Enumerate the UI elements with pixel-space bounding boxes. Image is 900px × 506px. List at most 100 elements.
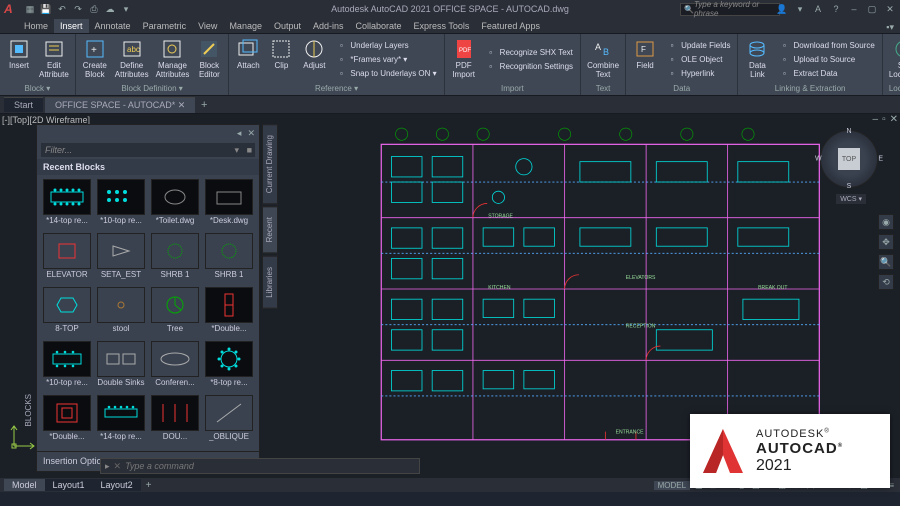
signin-icon[interactable]: 👤 bbox=[776, 3, 788, 15]
ribbon-group-caption[interactable]: Text bbox=[584, 83, 622, 93]
hyperlink-button[interactable]: ▫Hyperlink bbox=[664, 67, 732, 81]
search-input[interactable]: 🔍 Type a keyword or phrase bbox=[680, 3, 780, 16]
create-block-button[interactable]: +CreateBlock bbox=[79, 36, 111, 83]
attach-button[interactable]: Attach bbox=[232, 36, 264, 83]
palette-close-icon[interactable]: ✕ bbox=[247, 128, 255, 139]
block-item[interactable]: *Toilet.dwg bbox=[149, 179, 201, 231]
view-cube-south[interactable]: S bbox=[847, 183, 852, 190]
command-line[interactable]: ▸ ✕ Type a command bbox=[100, 458, 420, 474]
block-item[interactable]: *14-top re... bbox=[41, 179, 93, 231]
view-cube-north[interactable]: N bbox=[846, 128, 851, 135]
ribbon-tab-parametric[interactable]: Parametric bbox=[137, 19, 193, 33]
snap-to-underlays-on--button[interactable]: ▫Snap to Underlays ON ▾ bbox=[333, 67, 438, 81]
update-fields-button[interactable]: ▫Update Fields bbox=[664, 39, 732, 53]
ribbon-tab-output[interactable]: Output bbox=[268, 19, 307, 33]
palette-tab-recent[interactable]: Recent bbox=[262, 206, 278, 253]
wcs-dropdown[interactable]: WCS ▾ bbox=[836, 194, 866, 204]
ribbon-group-caption[interactable]: Import bbox=[448, 83, 577, 93]
block-item[interactable]: SETA_EST bbox=[95, 233, 147, 285]
adjust-button[interactable]: Adjust bbox=[298, 36, 330, 83]
ucs-icon[interactable] bbox=[10, 420, 40, 450]
layout-tab-layout2[interactable]: Layout2 bbox=[93, 479, 141, 491]
set-location-button[interactable]: SetLocation bbox=[886, 36, 900, 83]
ribbon-tab-home[interactable]: Home bbox=[18, 19, 54, 33]
layout-tab-model[interactable]: Model bbox=[4, 479, 45, 491]
qat-open-icon[interactable]: ▦ bbox=[24, 3, 36, 15]
viewport-close-icon[interactable]: ✕ bbox=[890, 114, 898, 125]
block-item[interactable]: Double Sinks bbox=[95, 341, 147, 393]
ribbon-tab-annotate[interactable]: Annotate bbox=[89, 19, 137, 33]
file-tab[interactable]: OFFICE SPACE - AUTOCAD* ✕ bbox=[45, 97, 195, 113]
qat-dropdown-icon[interactable]: ▾ bbox=[120, 3, 132, 15]
ribbon-group-caption[interactable]: Reference ▾ bbox=[232, 83, 440, 93]
ribbon-group-caption[interactable]: Block ▾ bbox=[3, 83, 72, 93]
help-icon[interactable]: ? bbox=[830, 3, 842, 15]
block-item[interactable]: *10-top re... bbox=[41, 341, 93, 393]
field-button[interactable]: FField bbox=[629, 36, 661, 83]
status-model-button[interactable]: MODEL bbox=[654, 481, 690, 490]
block-item[interactable]: *Double... bbox=[203, 287, 255, 339]
filter-clear-icon[interactable]: ■ bbox=[247, 145, 252, 155]
edit-attribute-button[interactable]: EditAttribute bbox=[36, 36, 72, 83]
view-cube-west[interactable]: W bbox=[815, 156, 822, 163]
qat-save-icon[interactable]: 💾 bbox=[40, 3, 52, 15]
clip-button[interactable]: Clip bbox=[265, 36, 297, 83]
view-cube[interactable]: TOP N S E W bbox=[820, 130, 878, 188]
ribbon-tab-view[interactable]: View bbox=[192, 19, 223, 33]
block-item[interactable]: 8-TOP bbox=[41, 287, 93, 339]
ribbon-tab-featured-apps[interactable]: Featured Apps bbox=[475, 19, 546, 33]
ribbon-group-caption[interactable]: Location bbox=[886, 83, 900, 93]
floorplan-canvas[interactable]: STORAGE KITCHEN ELEVATORS RECEPTION BREA… bbox=[290, 126, 880, 452]
block-item[interactable]: Tree bbox=[149, 287, 201, 339]
block-item[interactable]: _OBLIQUE bbox=[203, 395, 255, 447]
ribbon-tab-collaborate[interactable]: Collaborate bbox=[350, 19, 408, 33]
view-cube-face[interactable]: TOP bbox=[838, 148, 860, 170]
signin-dd[interactable]: ▾ bbox=[794, 3, 806, 15]
app-store-icon[interactable]: A bbox=[812, 3, 824, 15]
ole-object-button[interactable]: ▫OLE Object bbox=[664, 53, 732, 67]
ribbon-group-caption[interactable]: Linking & Extraction bbox=[741, 83, 878, 93]
combine-text-button[interactable]: ABCombineText bbox=[584, 36, 622, 83]
block-item[interactable]: ELEVATOR bbox=[41, 233, 93, 285]
ribbon-group-caption[interactable]: Block Definition ▾ bbox=[79, 83, 226, 93]
block-item[interactable]: *Desk.dwg bbox=[203, 179, 255, 231]
data-link-button[interactable]: DataLink bbox=[741, 36, 773, 83]
qat-undo-icon[interactable]: ↶ bbox=[56, 3, 68, 15]
palette-tab-current-drawing[interactable]: Current Drawing bbox=[262, 124, 278, 204]
ribbon-group-caption[interactable]: Data bbox=[629, 83, 734, 93]
app-logo[interactable]: A bbox=[4, 2, 20, 16]
manage-attributes-button[interactable]: ManageAttributes bbox=[153, 36, 193, 83]
recognition-settings-button[interactable]: ▫Recognition Settings bbox=[483, 60, 575, 74]
extract-data-button[interactable]: ▫Extract Data bbox=[776, 67, 876, 81]
layout-tab-layout1[interactable]: Layout1 bbox=[45, 479, 93, 491]
viewport-min-icon[interactable]: – bbox=[873, 114, 879, 125]
block-editor-button[interactable]: BlockEditor bbox=[193, 36, 225, 83]
ribbon-tab-add-ins[interactable]: Add-ins bbox=[307, 19, 350, 33]
filter-dropdown-icon[interactable]: ▾ bbox=[234, 145, 239, 156]
viewport-max-icon[interactable]: ▫ bbox=[882, 114, 886, 125]
new-layout-button[interactable]: + bbox=[141, 479, 157, 492]
qat-print-icon[interactable]: ⎙ bbox=[88, 3, 100, 15]
view-cube-east[interactable]: E bbox=[878, 156, 883, 163]
upload-to-source-button[interactable]: ▫Upload to Source bbox=[776, 53, 876, 67]
nav-zoom-icon[interactable]: 🔍 bbox=[878, 254, 894, 270]
ribbon-tab-express-tools[interactable]: Express Tools bbox=[408, 19, 476, 33]
ribbon-tab-manage[interactable]: Manage bbox=[223, 19, 268, 33]
close-icon[interactable]: ✕ bbox=[884, 3, 896, 15]
underlay-layers-button[interactable]: ▫Underlay Layers bbox=[333, 39, 438, 53]
block-item[interactable]: *Double... bbox=[41, 395, 93, 447]
nav-wheel-icon[interactable]: ◉ bbox=[878, 214, 894, 230]
qat-redo-icon[interactable]: ↷ bbox=[72, 3, 84, 15]
block-item[interactable]: *8-top re... bbox=[203, 341, 255, 393]
block-item[interactable]: *14-top re... bbox=[95, 395, 147, 447]
maximize-icon[interactable]: ▢ bbox=[866, 3, 878, 15]
download-from-source-button[interactable]: ▫Download from Source bbox=[776, 39, 876, 53]
block-item[interactable]: Conferen... bbox=[149, 341, 201, 393]
pdf-import-button[interactable]: PDFPDFImport bbox=[448, 36, 480, 83]
new-file-tab-button[interactable]: + bbox=[197, 99, 211, 111]
ribbon-options-icon[interactable]: ▪▾ bbox=[886, 22, 900, 33]
palette-filter-input[interactable]: Filter... ▾ ■ bbox=[41, 143, 255, 157]
insert-button[interactable]: Insert bbox=[3, 36, 35, 83]
ribbon-tab-insert[interactable]: Insert bbox=[54, 19, 89, 33]
minimize-icon[interactable]: – bbox=[848, 3, 860, 15]
